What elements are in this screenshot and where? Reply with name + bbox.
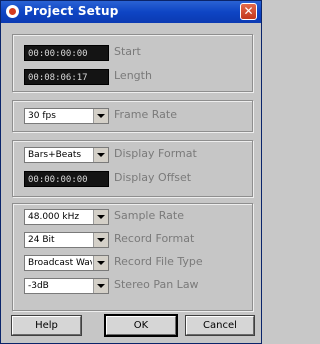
chevron-down-icon[interactable] <box>93 210 108 224</box>
display-offset-label: Display Offset <box>114 171 192 184</box>
ok-button[interactable]: OK <box>104 314 178 337</box>
window-title: Project Setup <box>24 4 119 18</box>
stereo-pan-law-value: -3dB <box>28 281 49 291</box>
display-format-select[interactable]: Bars+Beats <box>24 147 109 163</box>
length-label: Length <box>114 69 152 82</box>
record-file-type-value: Broadcast Wave <box>28 258 92 268</box>
frame-rate-label: Frame Rate <box>114 108 177 121</box>
app-logo-icon <box>6 5 19 18</box>
display-format-label: Display Format <box>114 147 197 160</box>
close-button[interactable]: ✕ <box>240 3 257 20</box>
chevron-down-icon[interactable] <box>93 279 108 293</box>
chevron-down-icon[interactable] <box>93 109 108 123</box>
display-offset-field[interactable]: 00:00:00:00 <box>24 171 109 187</box>
display-format-value: Bars+Beats <box>28 150 82 160</box>
chevron-down-icon[interactable] <box>93 233 108 247</box>
start-label: Start <box>114 45 141 58</box>
frame-rate-value: 30 fps <box>28 111 56 121</box>
sample-rate-select[interactable]: 48.000 kHz <box>24 209 109 225</box>
stereo-pan-law-label: Stereo Pan Law <box>114 278 199 291</box>
sample-rate-label: Sample Rate <box>114 209 184 222</box>
stereo-pan-law-select[interactable]: -3dB <box>24 278 109 294</box>
record-file-type-select[interactable]: Broadcast Wave <box>24 255 109 271</box>
record-format-select[interactable]: 24 Bit <box>24 232 109 248</box>
record-file-type-label: Record File Type <box>114 255 203 268</box>
frame-rate-select[interactable]: 30 fps <box>24 108 109 124</box>
record-format-value: 24 Bit <box>28 235 55 245</box>
chevron-down-icon[interactable] <box>93 148 108 162</box>
cancel-button[interactable]: Cancel <box>185 315 255 336</box>
title-bar[interactable]: Project Setup ✕ <box>1 1 261 23</box>
start-field[interactable]: 00:00:00:00 <box>24 45 109 61</box>
chevron-down-icon[interactable] <box>93 256 108 270</box>
project-setup-dialog: Project Setup ✕ 00:00:00:00 Start 00:08:… <box>0 0 262 344</box>
help-button[interactable]: Help <box>11 315 82 336</box>
length-field[interactable]: 00:08:06:17 <box>24 69 109 85</box>
record-format-label: Record Format <box>114 232 195 245</box>
sample-rate-value: 48.000 kHz <box>28 212 80 222</box>
